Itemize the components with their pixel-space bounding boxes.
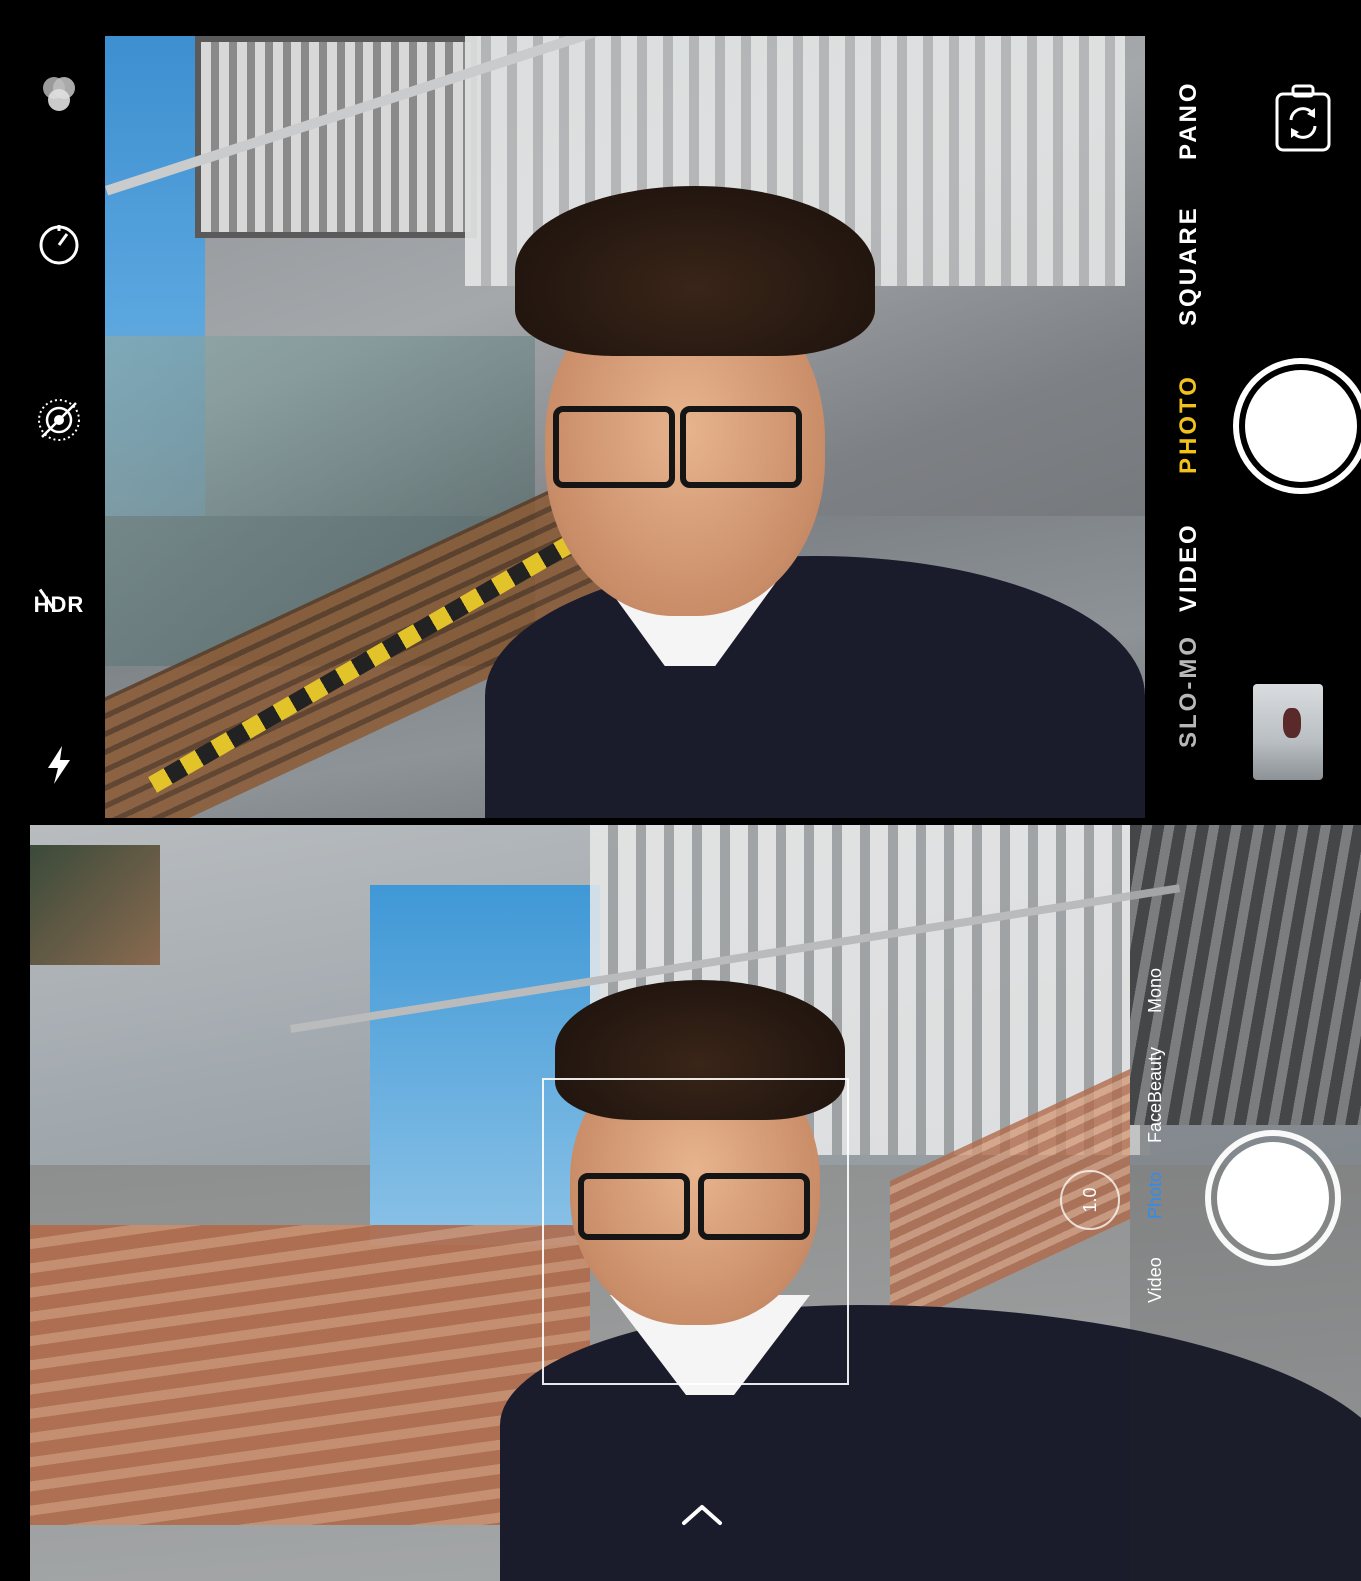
mode-mono[interactable]: Mono [1145,968,1166,1013]
selfie-subject [475,176,1145,818]
scene-window [195,36,477,238]
filters-button[interactable] [30,66,88,124]
last-photo-thumbnail[interactable] [1253,684,1323,780]
camera-flip-button[interactable] [1271,80,1335,154]
ios-viewfinder[interactable] [105,36,1145,818]
ios-left-controls: HDR [0,36,105,818]
timer-icon [39,225,79,265]
mode-slo-mo[interactable]: SLO-MO [1175,634,1203,748]
filters-icon [43,77,75,111]
shutter-inner [1245,370,1357,482]
shutter-inner [1217,1142,1329,1254]
zoom-level-button[interactable]: 1.0 [1060,1170,1120,1230]
mode-photo[interactable]: Photo [1145,1172,1166,1219]
hdr-off-icon: HDR [33,592,85,617]
face-detection-box [542,1078,849,1385]
mode-selector: PANO SQUARE PHOTO VIDEO SLO-MO [1175,36,1215,818]
beauty-camera-panel: Mono FaceBeauty Photo Video 1.0 [0,825,1361,1581]
shutter-button[interactable] [1205,1130,1341,1266]
chevron-up-icon[interactable] [678,1499,726,1529]
mode-photo[interactable]: PHOTO [1175,374,1203,474]
mode-video[interactable]: Video [1145,1257,1166,1303]
flash-button[interactable] [30,736,88,794]
shutter-button[interactable] [1233,358,1361,494]
ios-right-controls: PANO SQUARE PHOTO VIDEO SLO-MO [1145,36,1361,818]
camera-flip-icon [1275,84,1331,152]
live-photo-button[interactable] [30,391,88,449]
live-photo-off-icon [38,399,80,441]
scene-poster [30,845,160,965]
mode-video[interactable]: VIDEO [1175,522,1203,612]
thumbnail-figure [1283,708,1301,738]
flash-icon [48,746,70,784]
mode-facebeauty[interactable]: FaceBeauty [1145,1047,1166,1143]
mode-pano[interactable]: PANO [1175,80,1203,160]
mode-square[interactable]: SQUARE [1175,205,1203,326]
ios-camera-panel: HDR PANO SQUARE PHOTO VIDEO SLO-MO [0,0,1361,825]
timer-button[interactable] [30,216,88,274]
hdr-button[interactable]: HDR [30,576,88,634]
